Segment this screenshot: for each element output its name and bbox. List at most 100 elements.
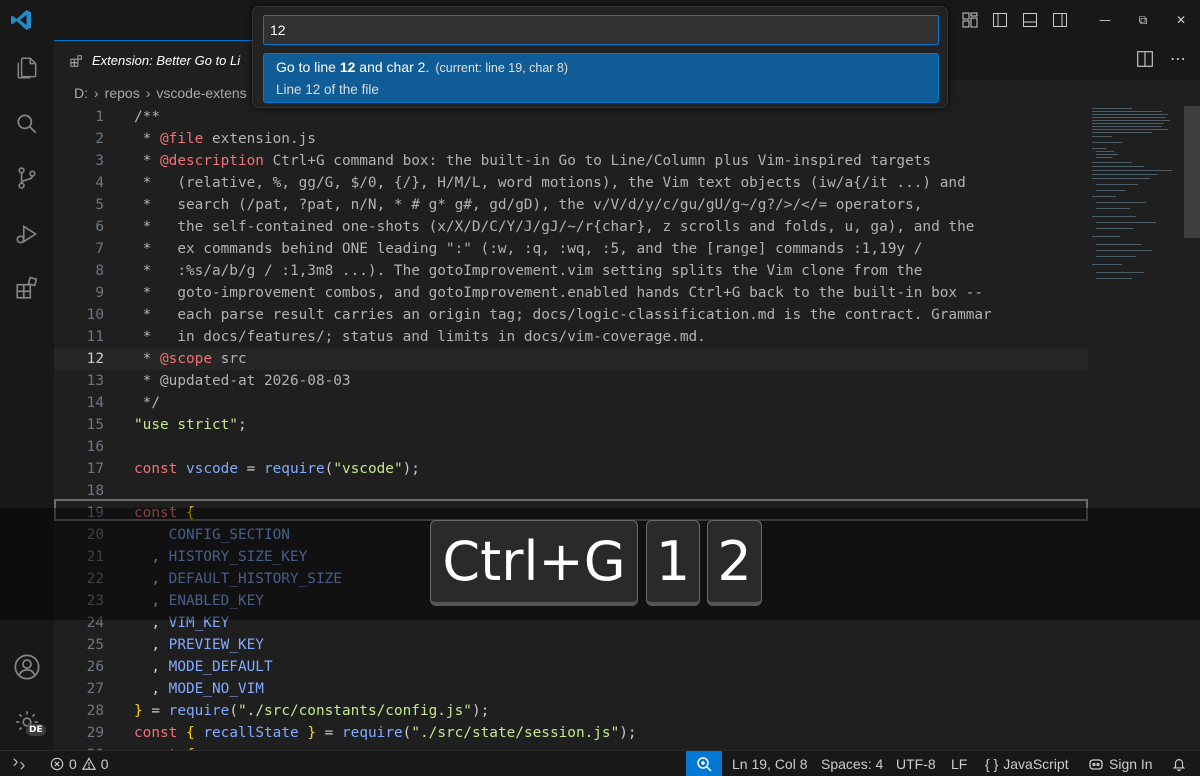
- error-icon: [50, 757, 64, 771]
- code-text: , MODE_DEFAULT: [134, 659, 273, 675]
- code-line[interactable]: 10 * each parse result carries an origin…: [54, 304, 1088, 326]
- code-text: * search (/pat, ?pat, n/N, * # g* g#, gd…: [134, 197, 923, 213]
- toggle-secondary-sidebar-icon[interactable]: [1048, 8, 1072, 32]
- activity-bar: DE: [0, 40, 54, 750]
- tab-extension-preview[interactable]: Extension: Better Go to Li: [54, 40, 264, 80]
- breadcrumb-item[interactable]: vscode-extens: [156, 85, 246, 101]
- code-text: } = require("./src/constants/config.js")…: [134, 703, 490, 719]
- code-line[interactable]: 4 * (relative, %, gg/G, $/0, {/}, H/M/L,…: [54, 172, 1088, 194]
- code-line[interactable]: 2 * @file extension.js: [54, 128, 1088, 150]
- code-line[interactable]: 3 * @description Ctrl+G command box: the…: [54, 150, 1088, 172]
- line-number: 29: [86, 725, 104, 741]
- code-line[interactable]: 6 * the self-contained one-shots (x/X/D/…: [54, 216, 1088, 238]
- layout-controls: [958, 8, 1072, 32]
- account-icon[interactable]: [0, 643, 54, 691]
- line-number: 16: [86, 439, 104, 455]
- window-controls: — ⧉ ✕: [1086, 0, 1200, 40]
- code-text: * ex commands behind ONE leading ":" (:w…: [134, 241, 923, 257]
- minimap[interactable]: [1090, 106, 1180, 286]
- code-text: * @description Ctrl+G command box: the b…: [134, 153, 932, 169]
- encoding[interactable]: UTF-8: [896, 751, 936, 776]
- notifications-bell-icon[interactable]: [1172, 751, 1186, 776]
- code-text: * goto-improvement combos, and gotoImpro…: [134, 285, 984, 301]
- search-icon[interactable]: [0, 100, 54, 148]
- editor-actions: ⋯: [1136, 50, 1186, 68]
- gear-icon[interactable]: DE: [0, 698, 54, 746]
- code-editor[interactable]: 1/** 2 * @file extension.js 3 * @descripti…: [54, 106, 1200, 750]
- cursor-position[interactable]: Ln 19, Col 8: [732, 751, 808, 776]
- extensions-icon[interactable]: [0, 264, 54, 312]
- line-number: 9: [95, 285, 104, 301]
- quick-input-widget: 12 Go to line 12 and char 2. (current: li…: [252, 6, 948, 108]
- breadcrumb-item[interactable]: repos: [105, 85, 140, 101]
- code-line[interactable]: 26 , MODE_DEFAULT: [54, 656, 1088, 678]
- code-text: , PREVIEW_KEY: [134, 637, 264, 653]
- indentation[interactable]: Spaces: 4: [821, 751, 883, 776]
- code-line[interactable]: 28 } = require("./src/constants/config.js…: [54, 700, 1088, 722]
- keycap-1: 1: [646, 520, 700, 606]
- line-number: 25: [86, 637, 104, 653]
- close-window-icon[interactable]: ✕: [1162, 0, 1200, 40]
- error-count: 0: [69, 756, 77, 772]
- line-number: 13: [86, 373, 104, 389]
- restore-icon[interactable]: ⧉: [1124, 0, 1162, 40]
- vertical-scrollbar[interactable]: [1184, 106, 1200, 238]
- code-line[interactable]: 1 /**: [54, 106, 1088, 128]
- account-badge: DE: [26, 724, 46, 736]
- toggle-panel-icon[interactable]: [1018, 8, 1042, 32]
- chevron-right-icon: ›: [145, 85, 151, 101]
- code-line[interactable]: 5 * search (/pat, ?pat, n/N, * # g* g#, …: [54, 194, 1088, 216]
- line-number: 28: [86, 703, 104, 719]
- code-line[interactable]: 9 * goto-improvement combos, and gotoImp…: [54, 282, 1088, 304]
- line-number: 4: [95, 175, 104, 191]
- code-text: * :%s/a/b/g / :1,3m8 ...). The gotoImpro…: [134, 263, 923, 279]
- customize-layout-icon[interactable]: [958, 8, 982, 32]
- code-line[interactable]: 13 * @updated-at 2026-08-03: [54, 370, 1088, 392]
- code-text: const vscode = require("vscode");: [134, 461, 420, 477]
- warning-icon: [81, 757, 96, 770]
- end-of-line[interactable]: LF: [951, 751, 967, 776]
- code-line[interactable]: 18: [54, 480, 1088, 502]
- code-line[interactable]: 8 * :%s/a/b/g / :1,3m8 ...). The gotoImp…: [54, 260, 1088, 282]
- sign-in[interactable]: Sign In: [1088, 751, 1153, 776]
- problems-indicator[interactable]: 0 0: [50, 751, 109, 776]
- zoom-icon[interactable]: [686, 751, 722, 776]
- code-line[interactable]: 15 "use strict";: [54, 414, 1088, 436]
- code-line[interactable]: 11 * in docs/features/; status and limit…: [54, 326, 1088, 348]
- minimize-icon[interactable]: —: [1086, 0, 1124, 40]
- keycap-ctrl-g: Ctrl+G: [430, 520, 638, 606]
- quick-pick-item[interactable]: Go to line 12 and char 2. (current: line …: [263, 53, 939, 103]
- code-text: * @file extension.js: [134, 131, 316, 147]
- braces-icon: { }: [985, 756, 999, 772]
- code-line[interactable]: 25 , PREVIEW_KEY: [54, 634, 1088, 656]
- line-number: 8: [95, 263, 104, 279]
- code-line[interactable]: 7 * ex commands behind ONE leading ":" (…: [54, 238, 1088, 260]
- code-line[interactable]: 17 const vscode = require("vscode");: [54, 458, 1088, 480]
- remote-indicator-icon[interactable]: [12, 751, 26, 776]
- quick-pick-label: Go to line 12 and char 2. (current: line …: [276, 59, 569, 75]
- goto-line-input[interactable]: 12: [263, 15, 939, 45]
- code-text: * @scope src: [134, 351, 247, 367]
- extension-tab-icon: [70, 54, 82, 67]
- line-number: 26: [86, 659, 104, 675]
- line-number: 1: [95, 109, 104, 125]
- code-line[interactable]: 27 , MODE_NO_VIM: [54, 678, 1088, 700]
- split-editor-icon[interactable]: [1136, 50, 1154, 68]
- more-actions-icon[interactable]: ⋯: [1170, 50, 1186, 68]
- language-mode[interactable]: { } JavaScript: [985, 751, 1069, 776]
- code-line[interactable]: 16: [54, 436, 1088, 458]
- code-text: , MODE_NO_VIM: [134, 681, 264, 697]
- code-line[interactable]: 12 * @scope src: [54, 348, 1088, 370]
- vscode-logo-icon: [11, 10, 31, 30]
- line-number: 6: [95, 219, 104, 235]
- run-debug-icon[interactable]: [0, 210, 54, 258]
- source-control-icon[interactable]: [0, 154, 54, 202]
- line-number: 18: [86, 483, 104, 499]
- breadcrumb-item[interactable]: D:: [74, 85, 88, 101]
- code-line[interactable]: 29 const { recallState } = require("./src…: [54, 722, 1088, 744]
- line-number: 27: [86, 681, 104, 697]
- toggle-primary-sidebar-icon[interactable]: [988, 8, 1012, 32]
- code-line[interactable]: 14 */: [54, 392, 1088, 414]
- code-text: * each parse result carries an origin ta…: [134, 307, 992, 323]
- files-icon[interactable]: [0, 44, 54, 92]
